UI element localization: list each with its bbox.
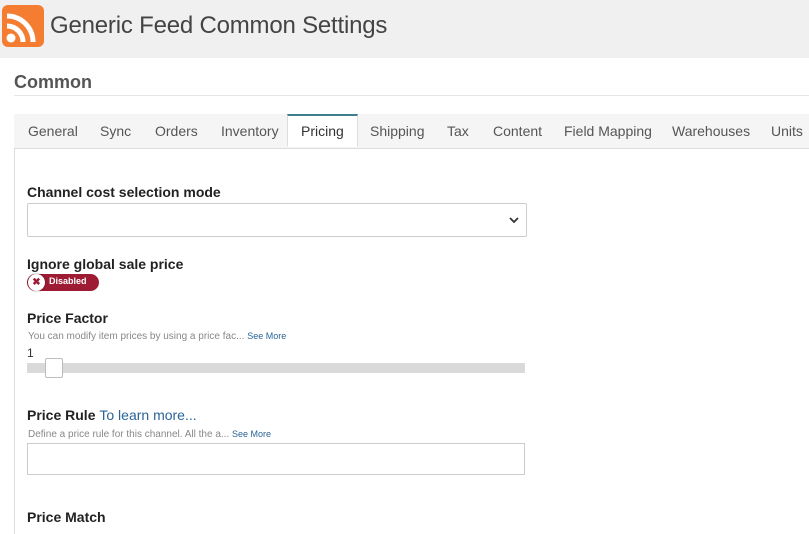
price-factor-slider-handle[interactable] bbox=[45, 358, 63, 378]
tab-inventory[interactable]: Inventory bbox=[221, 114, 279, 148]
price-rule-label: Price Rule To learn more... bbox=[27, 407, 197, 423]
price-rule-help: Define a price rule for this channel. Al… bbox=[28, 429, 271, 440]
tab-warehouses[interactable]: Warehouses bbox=[672, 114, 750, 148]
ignore-sale-toggle[interactable]: ✖ Disabled bbox=[27, 274, 99, 291]
price-match-label: Price Match bbox=[27, 509, 106, 525]
tab-shipping[interactable]: Shipping bbox=[370, 114, 425, 148]
page-title: Generic Feed Common Settings bbox=[50, 12, 388, 39]
tab-pricing[interactable]: Pricing bbox=[287, 114, 358, 147]
cost-mode-label: Channel cost selection mode bbox=[27, 184, 221, 200]
price-factor-slider-track[interactable] bbox=[27, 363, 525, 373]
divider bbox=[14, 95, 809, 96]
close-icon: ✖ bbox=[28, 274, 45, 291]
price-factor-see-more-link[interactable]: See More bbox=[247, 331, 286, 341]
tab-general[interactable]: General bbox=[28, 114, 78, 148]
price-factor-label: Price Factor bbox=[27, 310, 108, 326]
price-rule-input[interactable] bbox=[27, 443, 525, 475]
section-title: Common bbox=[14, 72, 92, 92]
price-rule-learn-more-link[interactable]: To learn more... bbox=[99, 407, 196, 423]
toggle-state-text: Disabled bbox=[49, 276, 87, 286]
rss-icon bbox=[2, 5, 44, 47]
price-rule-help-text: Define a price rule for this channel. Al… bbox=[28, 429, 230, 440]
tab-bar: General Sync Orders Inventory Pricing Sh… bbox=[14, 114, 809, 149]
price-rule-label-text: Price Rule bbox=[27, 407, 96, 423]
price-factor-help-text: You can modify item prices by using a pr… bbox=[28, 331, 245, 342]
tab-sync[interactable]: Sync bbox=[100, 114, 131, 148]
ignore-sale-label: Ignore global sale price bbox=[27, 256, 184, 272]
tab-units[interactable]: Units bbox=[771, 114, 803, 148]
price-factor-value: 1 bbox=[27, 346, 34, 360]
tab-orders[interactable]: Orders bbox=[155, 114, 198, 148]
tab-content[interactable]: Content bbox=[493, 114, 542, 148]
price-rule-see-more-link[interactable]: See More bbox=[232, 429, 271, 439]
tab-field-mapping[interactable]: Field Mapping bbox=[564, 114, 652, 148]
price-factor-help: You can modify item prices by using a pr… bbox=[28, 331, 286, 342]
tab-tax[interactable]: Tax bbox=[447, 114, 469, 148]
cost-mode-select[interactable] bbox=[27, 203, 527, 237]
chevron-down-icon bbox=[509, 217, 519, 224]
header-bar: Generic Feed Common Settings bbox=[0, 0, 809, 58]
